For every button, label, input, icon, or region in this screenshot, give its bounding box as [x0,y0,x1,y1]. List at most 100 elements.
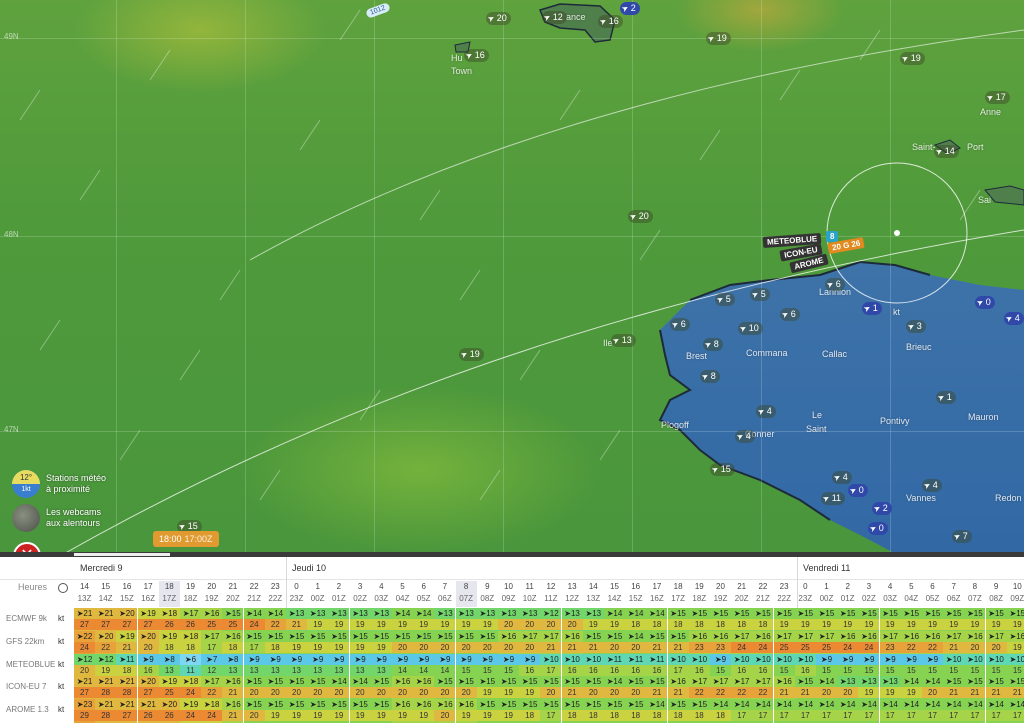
forecast-cell[interactable]: ➤10 17 [540,653,562,678]
forecast-cell[interactable]: ➤15 21 [985,676,1007,701]
forecast-cell[interactable]: ➤16 20 [964,630,986,655]
hour-column[interactable]: 17 16Z [138,581,159,607]
forecast-cell[interactable]: ➤19 21 [116,630,138,655]
forecast-cell[interactable]: ➤15 20 [307,676,329,701]
forecast-cell[interactable]: ➤15 19 [519,676,541,701]
forecast-cell[interactable]: ➤15 18 [667,699,689,723]
forecast-cell[interactable]: ➤14 20 [625,630,647,655]
forecast-cell[interactable]: ➤9 15 [837,653,859,678]
forecast-cell[interactable]: ➤17 20 [519,630,541,655]
forecast-cell[interactable]: ➤17 17 [201,630,223,655]
forecast-cell[interactable]: ➤13 19 [455,608,477,632]
forecast-cell[interactable]: ➤13 20 [498,608,519,632]
wind-marker[interactable]: ➤10 [738,322,763,335]
forecast-cell[interactable]: ➤10 16 [794,653,816,678]
forecast-cell[interactable]: ➤13 19 [328,608,350,632]
forecast-cell[interactable]: ➤16 19 [413,699,435,723]
wind-marker[interactable]: ➤1 [936,391,956,404]
forecast-cell[interactable]: ➤15 19 [370,699,392,723]
hour-column[interactable]: 5 04Z [392,581,413,607]
forecast-cell[interactable]: ➤9 15 [455,653,477,678]
forecast-cell[interactable]: ➤23 29 [74,699,95,723]
forecast-cell[interactable]: ➤16 22 [900,630,922,655]
hour-column[interactable]: 22 21Z [244,581,265,607]
forecast-cell[interactable]: ➤15 17 [540,699,562,723]
forecast-cell[interactable]: ➤13 19 [349,608,371,632]
forecast-cell[interactable]: ➤15 18 [625,699,647,723]
forecast-cell[interactable]: ➤15 20 [370,676,392,701]
forecast-cell[interactable]: ➤21 27 [74,676,95,701]
forecast-cell[interactable]: ➤10 15 [773,653,795,678]
forecast-cell[interactable]: ➤14 19 [604,608,625,632]
forecast-cell[interactable]: ➤13 19 [582,608,604,632]
forecast-cell[interactable]: ➤14 20 [328,676,350,701]
forecast-cell[interactable]: ➤15 20 [434,630,456,655]
forecast-cell[interactable]: ➤14 18 [646,699,668,723]
forecast-cell[interactable]: ➤17 25 [794,630,816,655]
hour-column[interactable]: 0 23Z [286,581,307,607]
forecast-cell[interactable]: ➤15 19 [476,699,498,723]
hour-column[interactable]: 20 19Z [710,581,731,607]
forecast-cell[interactable]: ➤15 19 [328,630,350,655]
forecast-cell[interactable]: ➤9 13 [328,653,350,678]
wind-marker[interactable]: ➤4 [735,430,755,443]
hour-column[interactable]: 14 13Z [583,581,604,607]
forecast-cell[interactable]: ➤17 22 [752,676,774,701]
forecast-cell[interactable]: ➤9 15 [476,653,498,678]
forecast-cell[interactable]: ➤17 21 [943,630,965,655]
forecast-cell[interactable]: ➤17 22 [688,676,710,701]
forecast-cell[interactable]: ➤15 18 [688,699,710,723]
hour-column[interactable]: 3 02Z [350,581,371,607]
wind-marker[interactable]: ➤4 [1004,312,1024,325]
forecast-cell[interactable]: ➤16 25 [201,608,223,632]
forecast-cell[interactable]: ➤15 18 [604,699,625,723]
forecast-cell[interactable]: ➤8 13 [158,653,180,678]
forecast-cell[interactable]: ➤15 20 [455,676,477,701]
forecast-cell[interactable]: ➤13 20 [837,676,859,701]
forecast-cell[interactable]: ➤13 19 [858,676,880,701]
hour-column[interactable]: 4 03Z [371,581,392,607]
forecast-cell[interactable]: ➤9 13 [264,653,286,678]
forecast-cell[interactable]: ➤15 20 [540,676,562,701]
forecast-cell[interactable]: ➤14 17 [752,699,774,723]
forecast-cell[interactable]: ➤17 22 [710,676,731,701]
forecast-cell[interactable]: ➤15 18 [667,608,689,632]
forecast-cell[interactable]: ➤18 24 [180,676,201,701]
forecast-cell[interactable]: ➤16 19 [455,699,477,723]
forecast-cell[interactable]: ➤15 19 [1006,608,1024,632]
forecast-cell[interactable]: ➤17 23 [879,630,901,655]
forecast-cell[interactable]: ➤16 21 [222,676,244,701]
hour-column[interactable]: 18 17Z [668,581,689,607]
wind-marker[interactable]: ➤4 [922,479,942,492]
forecast-cell[interactable]: ➤15 19 [900,608,922,632]
model-name[interactable]: METEOBLUE [6,660,56,669]
forecast-cell[interactable]: ➤15 18 [752,608,774,632]
forecast-cell[interactable]: ➤15 18 [582,699,604,723]
forecast-cell[interactable]: ➤10 16 [688,653,710,678]
forecast-cell[interactable]: ➤14 20 [922,676,943,701]
forecast-cell[interactable]: ➤9 13 [349,653,371,678]
wind-marker[interactable]: ➤5 [715,293,735,306]
wind-map[interactable]: 49N 48N 47N 1012 Hu Town ance Anne Saint- Por… [0,0,1024,556]
wind-marker[interactable]: ➤16 [598,15,623,28]
forecast-cell[interactable]: ➤14 17 [837,699,859,723]
forecast-cell[interactable]: ➤17 22 [201,676,223,701]
time-pill[interactable]: 18:00 17:00Z [153,531,219,547]
forecast-cell[interactable]: ➤13 19 [307,608,329,632]
hour-column[interactable]: 15 14Z [95,581,116,607]
hour-column[interactable]: 9 08Z [477,581,498,607]
forecast-cell[interactable]: ➤15 21 [582,630,604,655]
forecast-cell[interactable]: ➤9 13 [370,653,392,678]
forecast-cell[interactable]: ➤14 17 [964,699,986,723]
forecast-cell[interactable]: ➤15 19 [943,608,965,632]
forecast-cell[interactable]: ➤14 20 [604,676,625,701]
forecast-cell[interactable]: ➤9 15 [858,653,880,678]
forecast-cell[interactable]: ➤13 20 [561,608,583,632]
wind-marker[interactable]: ➤0 [848,484,868,497]
forecast-cell[interactable]: ➤9 15 [710,653,731,678]
forecast-cell[interactable]: ➤16 21 [773,676,795,701]
forecast-cell[interactable]: ➤19 27 [137,608,159,632]
forecast-cell[interactable]: ➤15 20 [243,676,265,701]
hour-column[interactable]: 2 01Z [837,581,858,607]
forecast-cell[interactable]: ➤13 19 [370,608,392,632]
